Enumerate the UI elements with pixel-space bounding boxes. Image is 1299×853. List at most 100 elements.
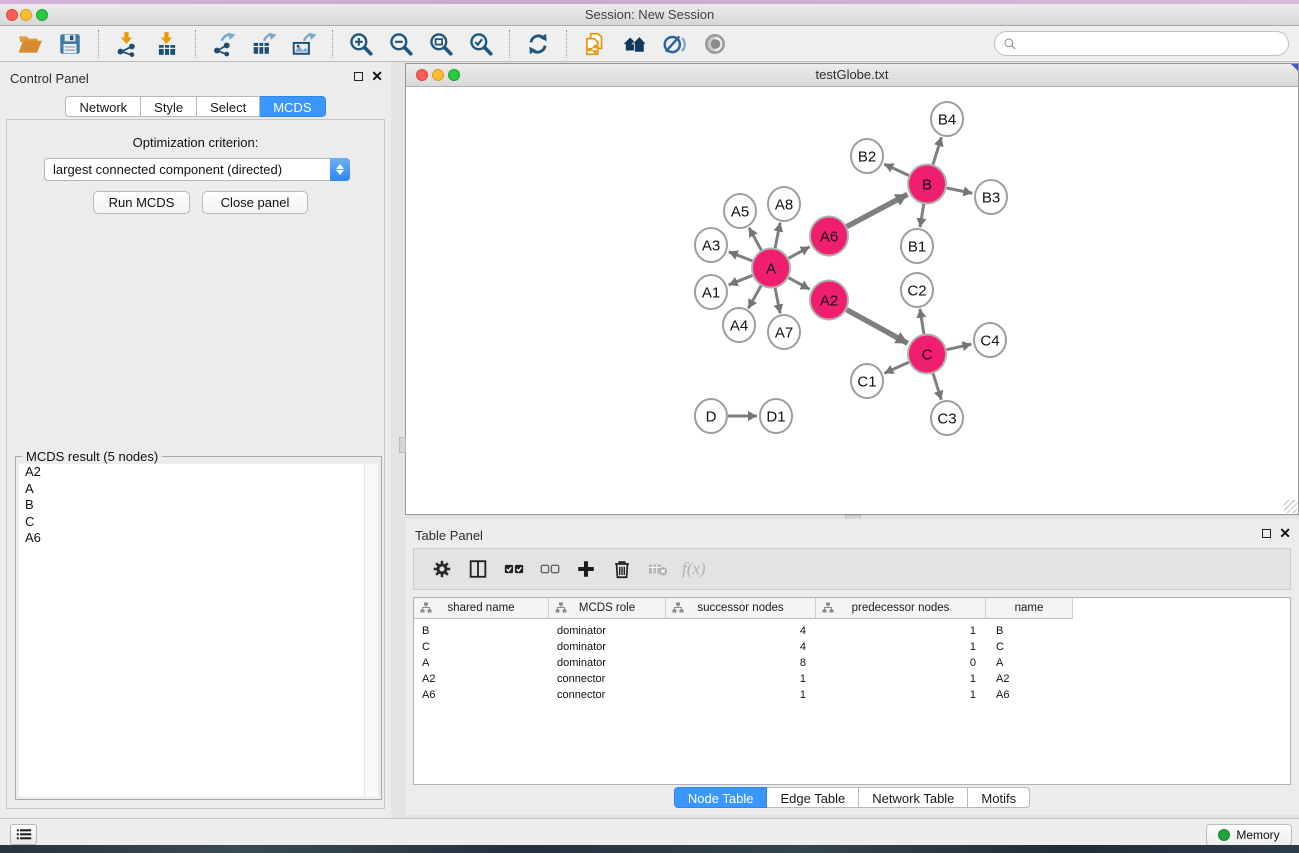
- edge-A-A6[interactable]: [789, 247, 810, 259]
- edge-C-C2[interactable]: [920, 309, 924, 334]
- float-panel-icon[interactable]: [354, 72, 363, 81]
- tab-motifs[interactable]: Motifs: [968, 787, 1030, 808]
- zoom-selected-button[interactable]: [464, 29, 498, 59]
- export-network-button[interactable]: [207, 29, 241, 59]
- node-C4[interactable]: C4: [974, 323, 1006, 357]
- zoom-fit-button[interactable]: [424, 29, 458, 59]
- tab-select[interactable]: Select: [197, 96, 260, 117]
- open-session-button[interactable]: [13, 29, 47, 59]
- node-D[interactable]: D: [695, 399, 727, 433]
- deselect-all-button[interactable]: [532, 554, 568, 584]
- node-B4[interactable]: B4: [931, 102, 963, 136]
- close-panel-icon[interactable]: ✕: [1279, 528, 1291, 538]
- select-all-button[interactable]: [496, 554, 532, 584]
- column-header-successor-nodes[interactable]: successor nodes: [666, 598, 816, 618]
- import-network-button[interactable]: [110, 29, 144, 59]
- node-A7[interactable]: A7: [768, 315, 800, 349]
- node-A2[interactable]: A2: [810, 281, 848, 320]
- edge-A-A1[interactable]: [729, 275, 753, 285]
- column-header-predecessor-nodes[interactable]: predecessor nodes: [816, 598, 986, 618]
- delete-column-button[interactable]: [604, 554, 640, 584]
- tab-node-table[interactable]: Node Table: [674, 787, 768, 808]
- node-B1[interactable]: B1: [901, 229, 933, 263]
- edge-C-C4[interactable]: [947, 344, 972, 350]
- table-settings-button[interactable]: [424, 554, 460, 584]
- close-panel-icon[interactable]: ✕: [371, 71, 383, 81]
- close-panel-button[interactable]: Close panel: [202, 191, 308, 214]
- node-C2[interactable]: C2: [901, 273, 933, 307]
- network-window-titlebar[interactable]: testGlobe.txt: [406, 64, 1298, 87]
- float-panel-icon[interactable]: [1262, 529, 1271, 538]
- node-B3[interactable]: B3: [975, 180, 1007, 214]
- node-table[interactable]: shared name MCDS role successor nodes pr…: [413, 597, 1291, 785]
- edge-B-B4[interactable]: [933, 137, 942, 165]
- edge-A-A5[interactable]: [749, 228, 761, 251]
- birds-eye-corner-flag[interactable]: [1291, 64, 1298, 71]
- edge-A6-B[interactable]: [847, 194, 908, 226]
- optimization-criterion-select[interactable]: largest connected component (directed): [44, 158, 350, 181]
- import-table-button[interactable]: [150, 29, 184, 59]
- create-column-button[interactable]: [568, 554, 604, 584]
- node-C3[interactable]: C3: [931, 401, 963, 435]
- edge-C-C3[interactable]: [933, 373, 941, 400]
- edge-A-A7[interactable]: [775, 288, 780, 314]
- tab-mcds[interactable]: MCDS: [260, 96, 325, 117]
- splitter-handle-vertical[interactable]: [399, 437, 406, 453]
- list-item[interactable]: A6: [19, 530, 378, 547]
- node-B2[interactable]: B2: [851, 139, 883, 173]
- network-canvas[interactable]: A A1 A2 A3 A4 A5 A6 A7 A8 B B1 B2 B3 B4 C C1 C2 C3 C4 D D1: [406, 87, 1298, 514]
- delete-table-button[interactable]: [640, 554, 676, 584]
- export-table-button[interactable]: [247, 29, 281, 59]
- hide-help-button[interactable]: [658, 29, 692, 59]
- list-item[interactable]: A2: [19, 464, 378, 481]
- node-A4[interactable]: A4: [723, 308, 755, 342]
- edge-A-A2[interactable]: [789, 278, 810, 290]
- node-A3[interactable]: A3: [695, 228, 727, 262]
- edge-A-A8[interactable]: [775, 223, 780, 249]
- list-item[interactable]: B: [19, 497, 378, 514]
- export-image-button[interactable]: [287, 29, 321, 59]
- node-A1[interactable]: A1: [695, 275, 727, 309]
- tab-network-table[interactable]: Network Table: [859, 787, 968, 808]
- tab-edge-table[interactable]: Edge Table: [767, 787, 859, 808]
- memory-button[interactable]: Memory: [1206, 824, 1292, 846]
- node-C1[interactable]: C1: [851, 364, 883, 398]
- column-header-shared-name[interactable]: shared name: [414, 598, 549, 618]
- show-graphics-details-button[interactable]: [698, 29, 732, 59]
- apply-preferred-layout-button[interactable]: [521, 29, 555, 59]
- window-resize-grip[interactable]: [1284, 500, 1297, 513]
- home-button[interactable]: [618, 29, 652, 59]
- edge-B-B2[interactable]: [884, 164, 909, 176]
- run-mcds-button[interactable]: Run MCDS: [93, 191, 190, 214]
- edge-C-C1[interactable]: [884, 362, 908, 373]
- column-header-name[interactable]: name: [986, 598, 1073, 618]
- function-builder-button[interactable]: f(x): [682, 559, 706, 579]
- edge-A-A4[interactable]: [748, 285, 761, 308]
- node-A5[interactable]: A5: [724, 194, 756, 228]
- zoom-in-button[interactable]: [344, 29, 378, 59]
- node-B[interactable]: B: [908, 165, 946, 204]
- edge-A-A3[interactable]: [729, 252, 753, 261]
- list-item[interactable]: A: [19, 481, 378, 498]
- zoom-out-button[interactable]: [384, 29, 418, 59]
- column-header-mcds-role[interactable]: MCDS role: [549, 598, 666, 618]
- list-scrollbar[interactable]: [364, 464, 378, 797]
- node-C[interactable]: C: [908, 335, 946, 374]
- list-item[interactable]: C: [19, 514, 378, 531]
- title-bar[interactable]: Session: New Session: [0, 4, 1299, 26]
- save-session-button[interactable]: [53, 29, 87, 59]
- tab-network[interactable]: Network: [65, 96, 141, 117]
- node-A8[interactable]: A8: [768, 187, 800, 221]
- show-tasks-button[interactable]: [10, 824, 37, 845]
- mcds-result-list[interactable]: A2 A B C A6: [19, 464, 378, 797]
- search-input[interactable]: [994, 31, 1289, 56]
- clone-network-button[interactable]: [578, 29, 612, 59]
- node-A6[interactable]: A6: [810, 217, 848, 256]
- node-A[interactable]: A: [752, 249, 790, 288]
- tab-style[interactable]: Style: [141, 96, 197, 117]
- edge-B-B3[interactable]: [947, 188, 973, 193]
- show-columns-button[interactable]: [460, 554, 496, 584]
- node-D1[interactable]: D1: [760, 399, 792, 433]
- edge-A2-C[interactable]: [847, 310, 908, 344]
- edge-B-B1[interactable]: [920, 204, 924, 227]
